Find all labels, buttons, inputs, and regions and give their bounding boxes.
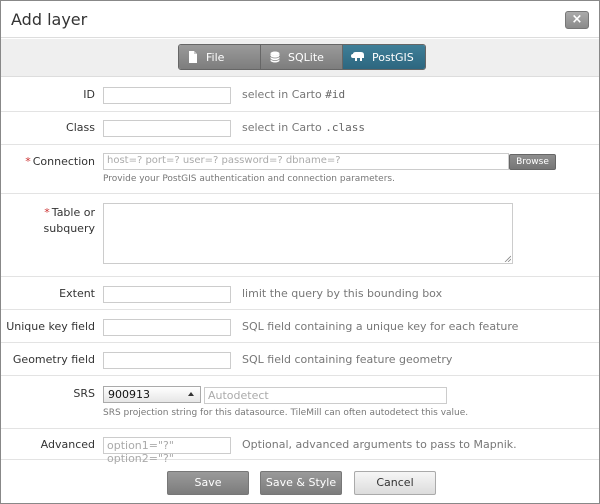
id-hint: select in Carto #id xyxy=(242,88,346,101)
extent-input[interactable] xyxy=(103,286,231,303)
source-type-bar: File SQLite PostGIS xyxy=(1,39,599,77)
connection-label: * Connection xyxy=(25,155,95,168)
unique-key-label: Unique key field xyxy=(6,320,95,333)
cancel-button[interactable]: Cancel xyxy=(354,471,436,495)
class-input[interactable] xyxy=(103,120,231,137)
tab-postgis-label: PostGIS xyxy=(372,50,414,64)
dialog-header: Add layer × xyxy=(1,1,599,38)
id-label: ID xyxy=(83,88,95,101)
tab-postgis[interactable]: PostGIS xyxy=(343,45,425,69)
connection-input[interactable]: host=? port=? user=? password=? dbname=? xyxy=(103,153,509,170)
dialog-title: Add layer xyxy=(11,10,88,29)
extent-hint: limit the query by this bounding box xyxy=(242,287,443,300)
close-icon: × xyxy=(571,12,583,27)
geometry-input[interactable] xyxy=(103,352,231,369)
class-hint: select in Carto .class xyxy=(242,121,365,134)
browse-button[interactable]: Browse xyxy=(509,154,556,170)
save-button[interactable]: Save xyxy=(167,471,249,495)
srs-help: SRS projection string for this datasourc… xyxy=(103,408,469,418)
advanced-label: Advanced xyxy=(40,438,95,451)
tab-file-label: File xyxy=(206,50,225,64)
required-mark: * xyxy=(44,206,50,219)
srs-label: SRS xyxy=(73,387,95,400)
unique-key-input[interactable] xyxy=(103,319,231,336)
save-and-style-button[interactable]: Save & Style xyxy=(260,471,342,495)
chevron-up-icon xyxy=(188,392,194,396)
id-input[interactable] xyxy=(103,87,231,104)
unique-key-hint: SQL field containing a unique key for ea… xyxy=(242,320,519,333)
add-layer-dialog: Add layer × File SQLite PostGIS ID selec… xyxy=(0,0,600,504)
resize-grip-icon[interactable] xyxy=(504,255,511,262)
class-label: Class xyxy=(66,121,95,134)
geometry-hint: SQL field containing feature geometry xyxy=(242,353,453,366)
extent-label: Extent xyxy=(59,287,95,300)
source-type-tabs: File SQLite PostGIS xyxy=(178,44,426,70)
close-button[interactable]: × xyxy=(565,11,589,29)
database-icon xyxy=(270,51,280,63)
advanced-input[interactable]: option1="?" option2="?" xyxy=(103,437,231,465)
srs-select[interactable]: 900913 xyxy=(103,386,201,403)
table-subquery-textarea[interactable] xyxy=(103,203,513,264)
geometry-label: Geometry field xyxy=(12,353,95,366)
tab-sqlite-label: SQLite xyxy=(288,50,324,64)
advanced-hint: Optional, advanced arguments to pass to … xyxy=(242,438,517,451)
file-icon xyxy=(189,51,197,63)
tab-file[interactable]: File xyxy=(179,45,261,69)
connection-help: Provide your PostGIS authentication and … xyxy=(103,174,395,184)
tab-sqlite[interactable]: SQLite xyxy=(261,45,343,69)
table-label: * Table or subquery xyxy=(43,206,95,235)
srs-input[interactable]: Autodetect xyxy=(204,387,447,404)
required-mark: * xyxy=(25,155,31,168)
elephant-icon xyxy=(351,52,364,61)
